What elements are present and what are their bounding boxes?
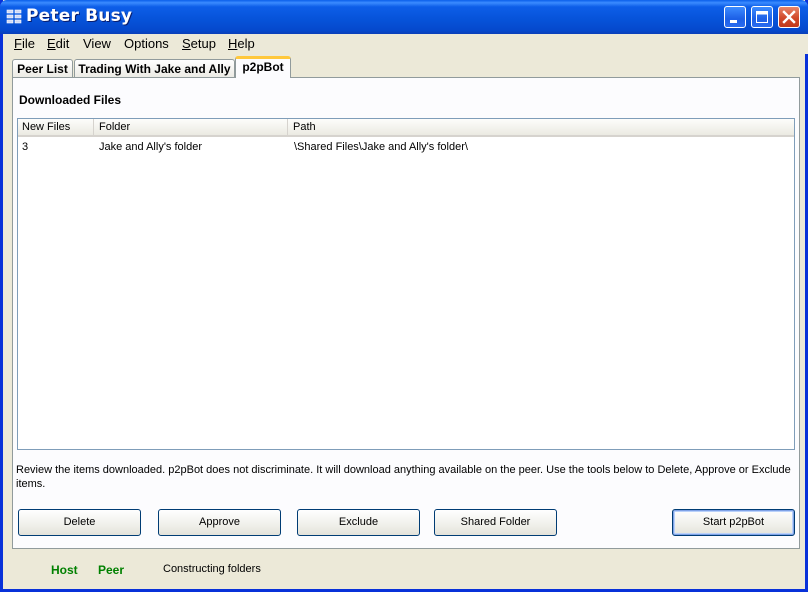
list-header: New Files Folder Path bbox=[18, 119, 794, 137]
start-p2pbot-button[interactable]: Start p2pBot bbox=[672, 509, 795, 536]
cell-folder: Jake and Ally's folder bbox=[99, 141, 202, 153]
approve-button[interactable]: Approve bbox=[158, 509, 281, 536]
column-header-path[interactable]: Path bbox=[289, 119, 794, 135]
section-title: Downloaded Files bbox=[19, 93, 122, 107]
cell-path: \Shared Files\Jake and Ally's folder\ bbox=[294, 141, 468, 153]
close-button[interactable] bbox=[778, 6, 800, 28]
app-window: Peter Busy File Edit View Options Setup … bbox=[0, 0, 808, 592]
description-text: Review the items downloaded. p2pBot does… bbox=[16, 464, 791, 490]
close-icon bbox=[782, 10, 796, 24]
maximize-icon bbox=[756, 11, 768, 23]
column-header-new-files[interactable]: New Files bbox=[18, 119, 94, 135]
menu-options[interactable]: Options bbox=[124, 36, 169, 51]
tab-panel-p2pbot: Downloaded Files New Files Folder Path 3… bbox=[12, 77, 800, 549]
tab-trading[interactable]: Trading With Jake and Ally bbox=[74, 59, 235, 77]
cell-new-files: 3 bbox=[22, 141, 29, 153]
menu-help[interactable]: Help bbox=[228, 36, 255, 51]
downloaded-files-list[interactable]: New Files Folder Path 3 Jake and Ally's … bbox=[17, 118, 795, 450]
minimize-icon bbox=[730, 20, 737, 23]
host-status: Host bbox=[51, 563, 78, 577]
column-header-folder[interactable]: Folder bbox=[95, 119, 288, 135]
tab-strip: Peer List Trading With Jake and Ally p2p… bbox=[3, 56, 808, 78]
menu-setup[interactable]: Setup bbox=[182, 36, 216, 51]
window-title: Peter Busy bbox=[26, 6, 133, 26]
exclude-button[interactable]: Exclude bbox=[297, 509, 420, 536]
status-bar: Host Peer Constructing folders bbox=[6, 555, 808, 587]
shared-folder-button[interactable]: Shared Folder bbox=[434, 509, 557, 536]
title-bar[interactable]: Peter Busy bbox=[0, 0, 808, 34]
menu-bar: File Edit View Options Setup Help bbox=[6, 34, 808, 54]
minimize-button[interactable] bbox=[724, 6, 746, 28]
tab-p2pbot[interactable]: p2pBot bbox=[235, 56, 291, 78]
menu-view[interactable]: View bbox=[83, 36, 111, 51]
menu-edit[interactable]: Edit bbox=[47, 36, 69, 51]
app-icon bbox=[6, 9, 22, 24]
table-row[interactable]: 3 Jake and Ally's folder \Shared Files\J… bbox=[18, 139, 794, 155]
status-message: Constructing folders bbox=[163, 563, 261, 575]
maximize-button[interactable] bbox=[751, 6, 773, 28]
menu-file[interactable]: File bbox=[14, 36, 35, 51]
tab-peer-list[interactable]: Peer List bbox=[12, 59, 73, 77]
delete-button[interactable]: Delete bbox=[18, 509, 141, 536]
peer-status: Peer bbox=[98, 563, 125, 577]
